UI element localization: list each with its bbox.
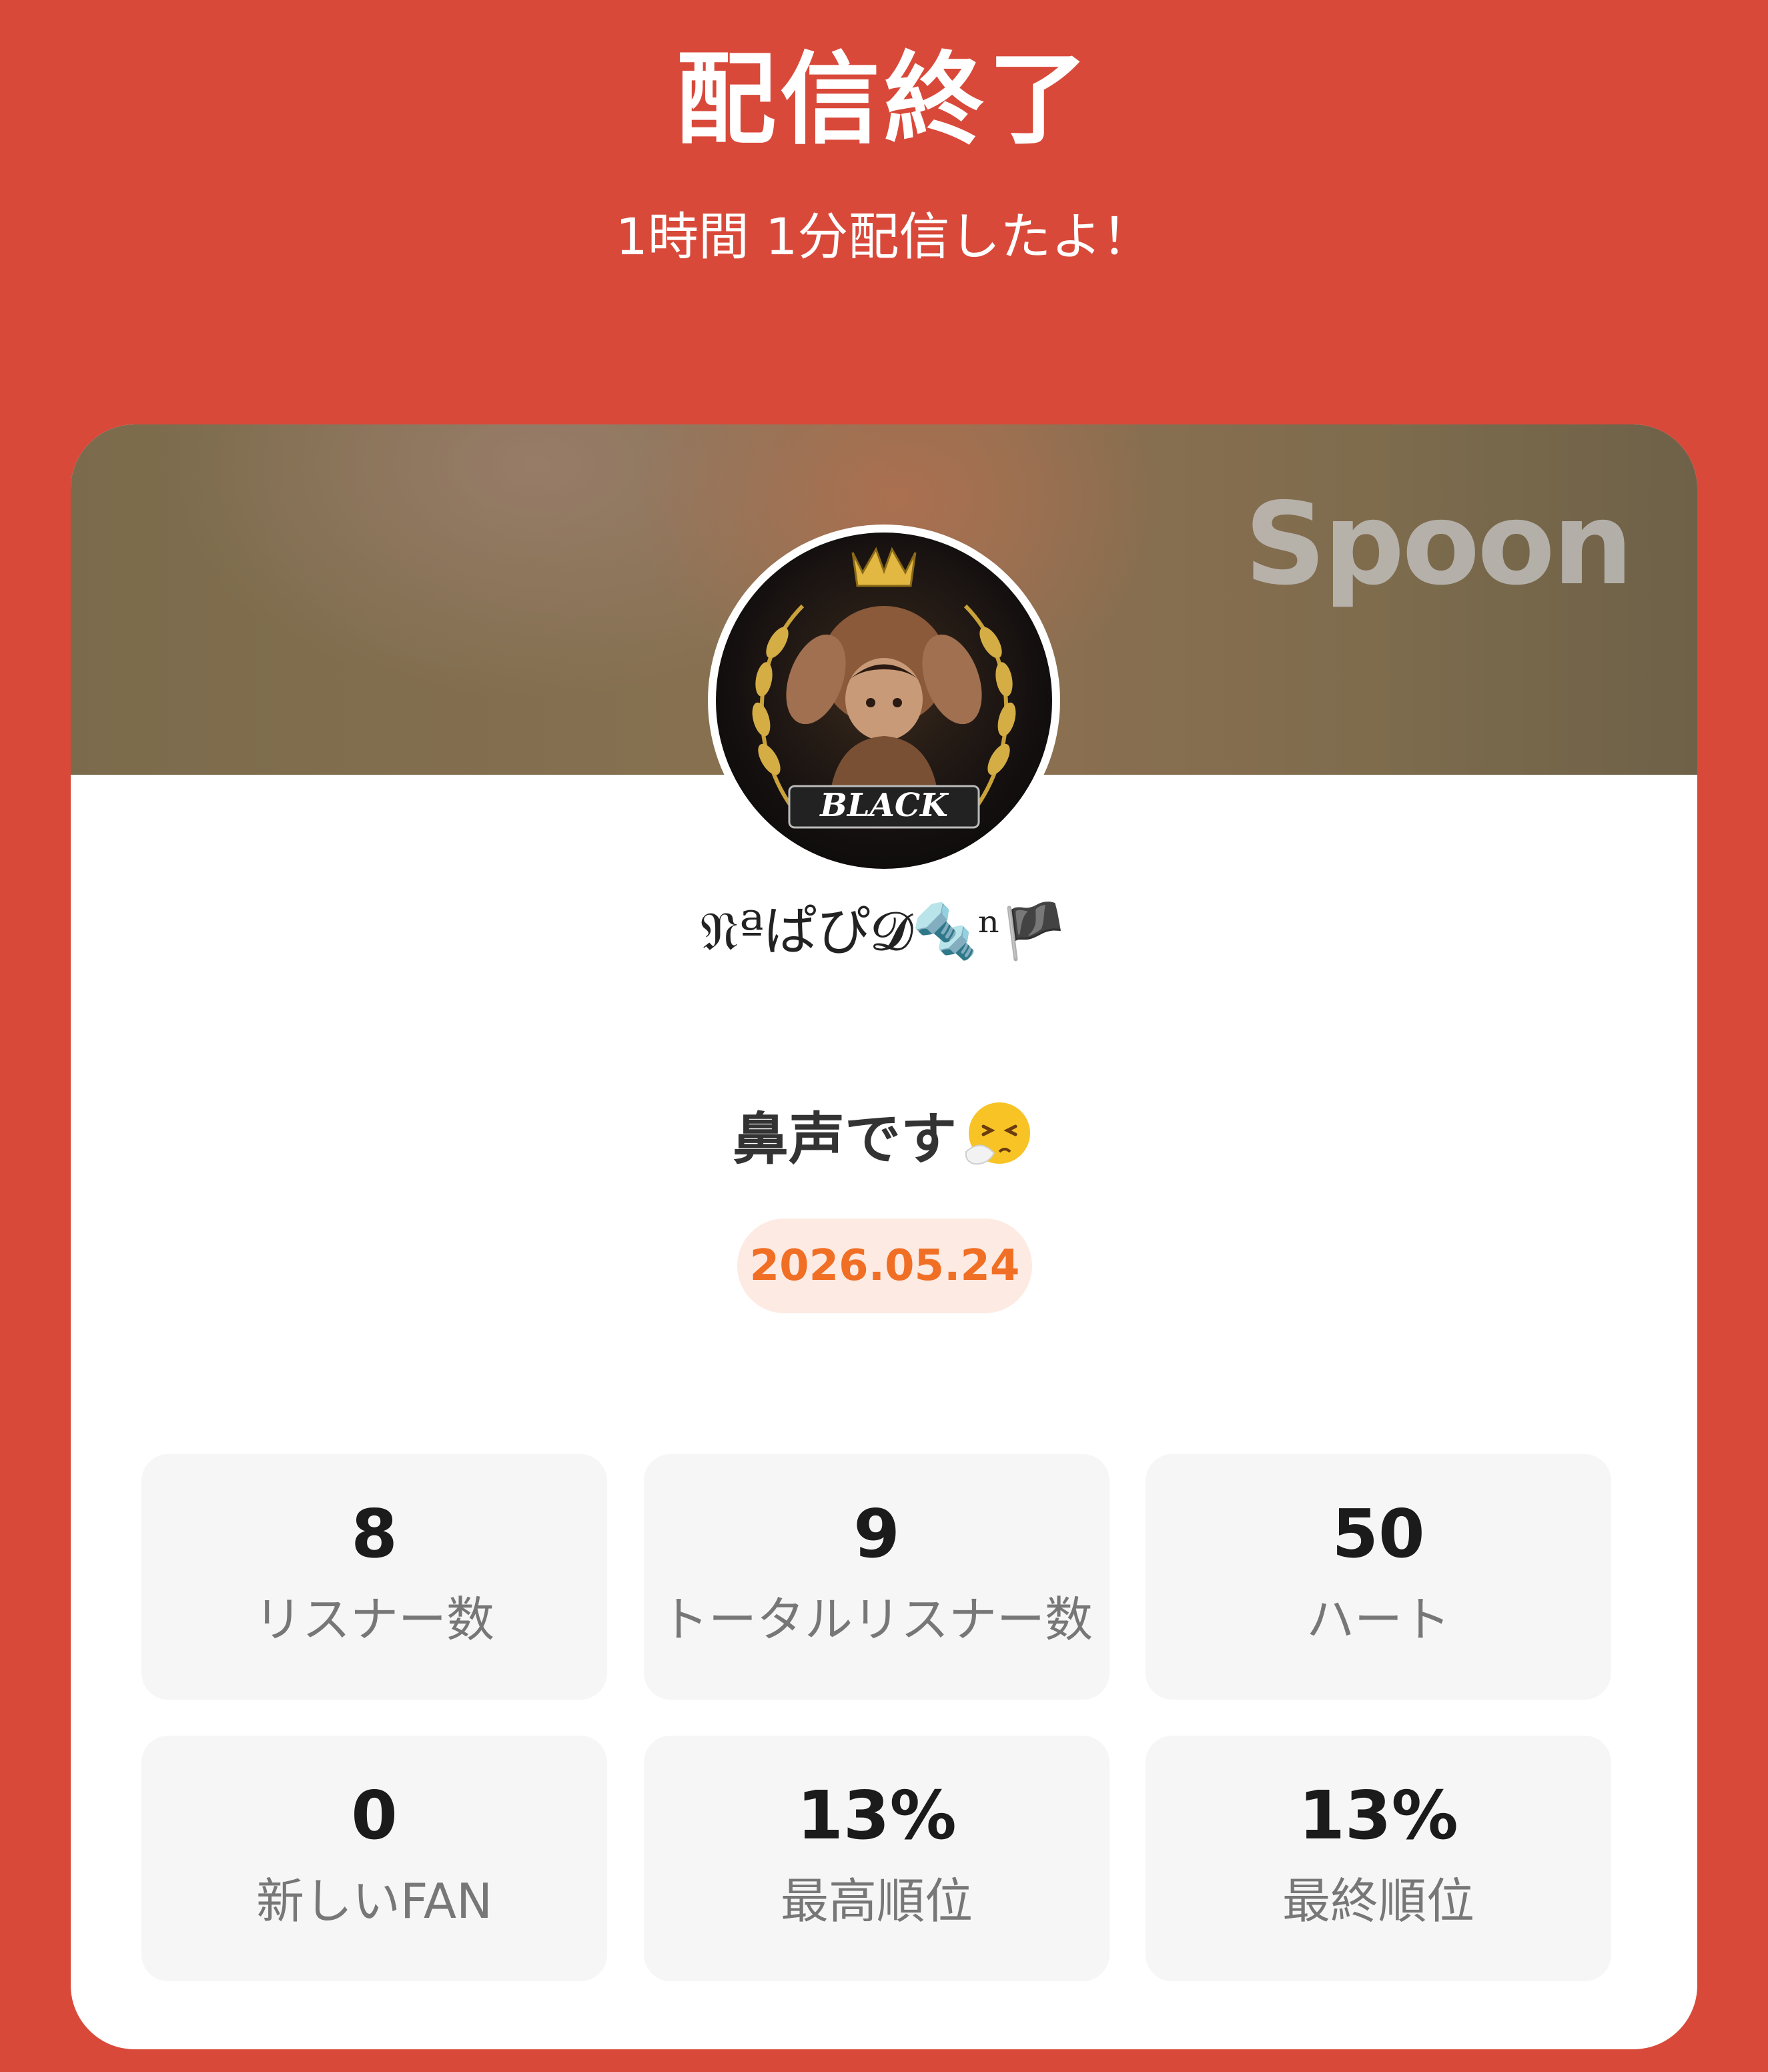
stat-highest-rank: 13% 最高順位 — [644, 1736, 1110, 1981]
stat-hearts: 50 ハート — [1146, 1454, 1611, 1700]
stat-label: リスナー数 — [254, 1592, 494, 1648]
date-badge: 2026.05.24 — [737, 1219, 1032, 1313]
stat-value: 13% — [1298, 1776, 1458, 1854]
stat-label: 最終順位 — [1282, 1873, 1474, 1929]
username: 𝔑ªぱぴ𝓓🔩ⁿ🏴 — [700, 900, 1068, 962]
stat-label: 新しいFAN — [256, 1873, 492, 1929]
stat-label: 最高順位 — [780, 1873, 973, 1929]
stream-title-text: 鼻声です — [732, 1106, 957, 1172]
avatar-badge-text: BLACK — [819, 787, 949, 824]
stream-title: 鼻声です — [71, 1098, 1697, 1179]
stat-value: 8 — [351, 1495, 398, 1573]
stream-summary-card: Spoon BLACK 𝔑ªぱぴ𝓓🔩ⁿ🏴 鼻声です 2026.05.24 8 リ… — [71, 424, 1697, 2049]
stat-value: 0 — [351, 1776, 398, 1854]
stat-new-fans: 0 新しいFAN — [141, 1736, 607, 1981]
stat-value: 9 — [853, 1495, 900, 1573]
stat-value: 13% — [797, 1776, 957, 1854]
stat-value: 50 — [1332, 1495, 1425, 1573]
stat-listeners: 8 リスナー数 — [141, 1454, 607, 1700]
avatar-artwork: BLACK — [752, 547, 1016, 829]
page-title: 配信終了 — [675, 42, 1092, 158]
spoon-logo: Spoon — [1244, 478, 1633, 611]
stat-final-rank: 13% 最終順位 — [1146, 1736, 1611, 1981]
avatar[interactable]: BLACK — [708, 525, 1060, 877]
stat-total-listeners: 9 トータルリスナー数 — [644, 1454, 1110, 1700]
stat-label: ハート — [1306, 1592, 1450, 1648]
sneezing-face-icon — [961, 1098, 1035, 1173]
stream-duration-text: 1時間 1分配信したよ！ — [615, 207, 1153, 266]
stat-label: トータルリスナー数 — [660, 1592, 1093, 1648]
avatar-image: BLACK — [716, 533, 1052, 869]
